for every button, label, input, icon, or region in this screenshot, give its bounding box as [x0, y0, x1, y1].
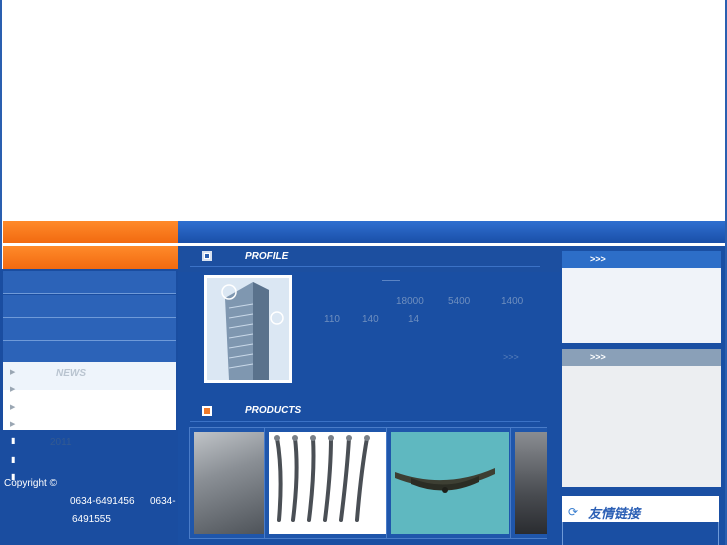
product-tile[interactable]: [386, 427, 514, 539]
phone-number: 0634-6491456: [70, 496, 135, 507]
panel-header: [562, 251, 721, 268]
panel-more-link[interactable]: >>>: [590, 352, 606, 362]
product-image: [269, 432, 387, 534]
orange-nav-bar: [3, 221, 178, 243]
footer-year: 2011: [50, 437, 72, 448]
stat-value: 140: [362, 314, 379, 325]
stat-value: 18000: [396, 296, 424, 307]
panel-body: [562, 268, 721, 343]
arrow-right-icon: ▶: [10, 369, 16, 376]
divider: [382, 280, 400, 281]
leaf-springs-image: [274, 435, 370, 522]
product-image: [515, 432, 547, 534]
arrow-right-icon: ▶: [10, 386, 16, 393]
panel-more-link[interactable]: >>>: [590, 254, 606, 264]
arrow-right-icon: ▶: [10, 421, 16, 428]
single-leaf-spring-image: [395, 468, 495, 493]
stat-value: 5400: [448, 296, 471, 307]
building-image: [207, 278, 289, 380]
refresh-icon: ⟳: [568, 505, 579, 519]
friendly-links-header: [562, 496, 719, 522]
products-title: PRODUCTS: [245, 405, 302, 416]
top-banner: [2, 0, 725, 218]
stat-value: 1400: [501, 296, 524, 307]
sidebar-nav-item[interactable]: [3, 318, 176, 341]
panel-header: [562, 349, 721, 366]
profile-title: PROFILE: [245, 251, 289, 262]
news-title: NEWS: [56, 368, 86, 379]
copyright-text: Copyright ©: [4, 478, 57, 489]
profile-more-link[interactable]: >>>: [503, 352, 519, 362]
bullet-icon: ▮: [11, 436, 16, 445]
bullet-icon: ▮: [11, 455, 16, 464]
product-tile[interactable]: [189, 427, 270, 539]
main-nav-bar: [178, 221, 725, 243]
stat-value: 14: [408, 314, 420, 325]
friendly-links-title: 友情链接: [588, 507, 641, 522]
fax-number-part: 6491555: [72, 514, 111, 525]
product-image: [194, 432, 265, 534]
sidebar-nav-item[interactable]: [3, 271, 176, 294]
sidebar-nav-item[interactable]: [3, 341, 176, 364]
divider: [190, 266, 540, 267]
stat-value: 110: [324, 314, 340, 325]
sidebar-nav-item[interactable]: [3, 295, 176, 318]
fax-number-part: 0634-: [150, 496, 176, 507]
square-bullet-icon: [202, 406, 212, 416]
product-tile[interactable]: [264, 427, 392, 539]
product-image: [391, 432, 509, 534]
arrow-right-icon: ▶: [10, 404, 16, 411]
company-building-photo: [204, 275, 292, 383]
square-bullet-icon: [202, 251, 212, 261]
orange-nav-bar-secondary: [3, 246, 178, 269]
news-header: [3, 362, 176, 390]
panel-body: [562, 366, 721, 487]
product-tile[interactable]: [510, 427, 547, 539]
friendly-links-body: [562, 522, 719, 545]
divider: [190, 421, 540, 422]
